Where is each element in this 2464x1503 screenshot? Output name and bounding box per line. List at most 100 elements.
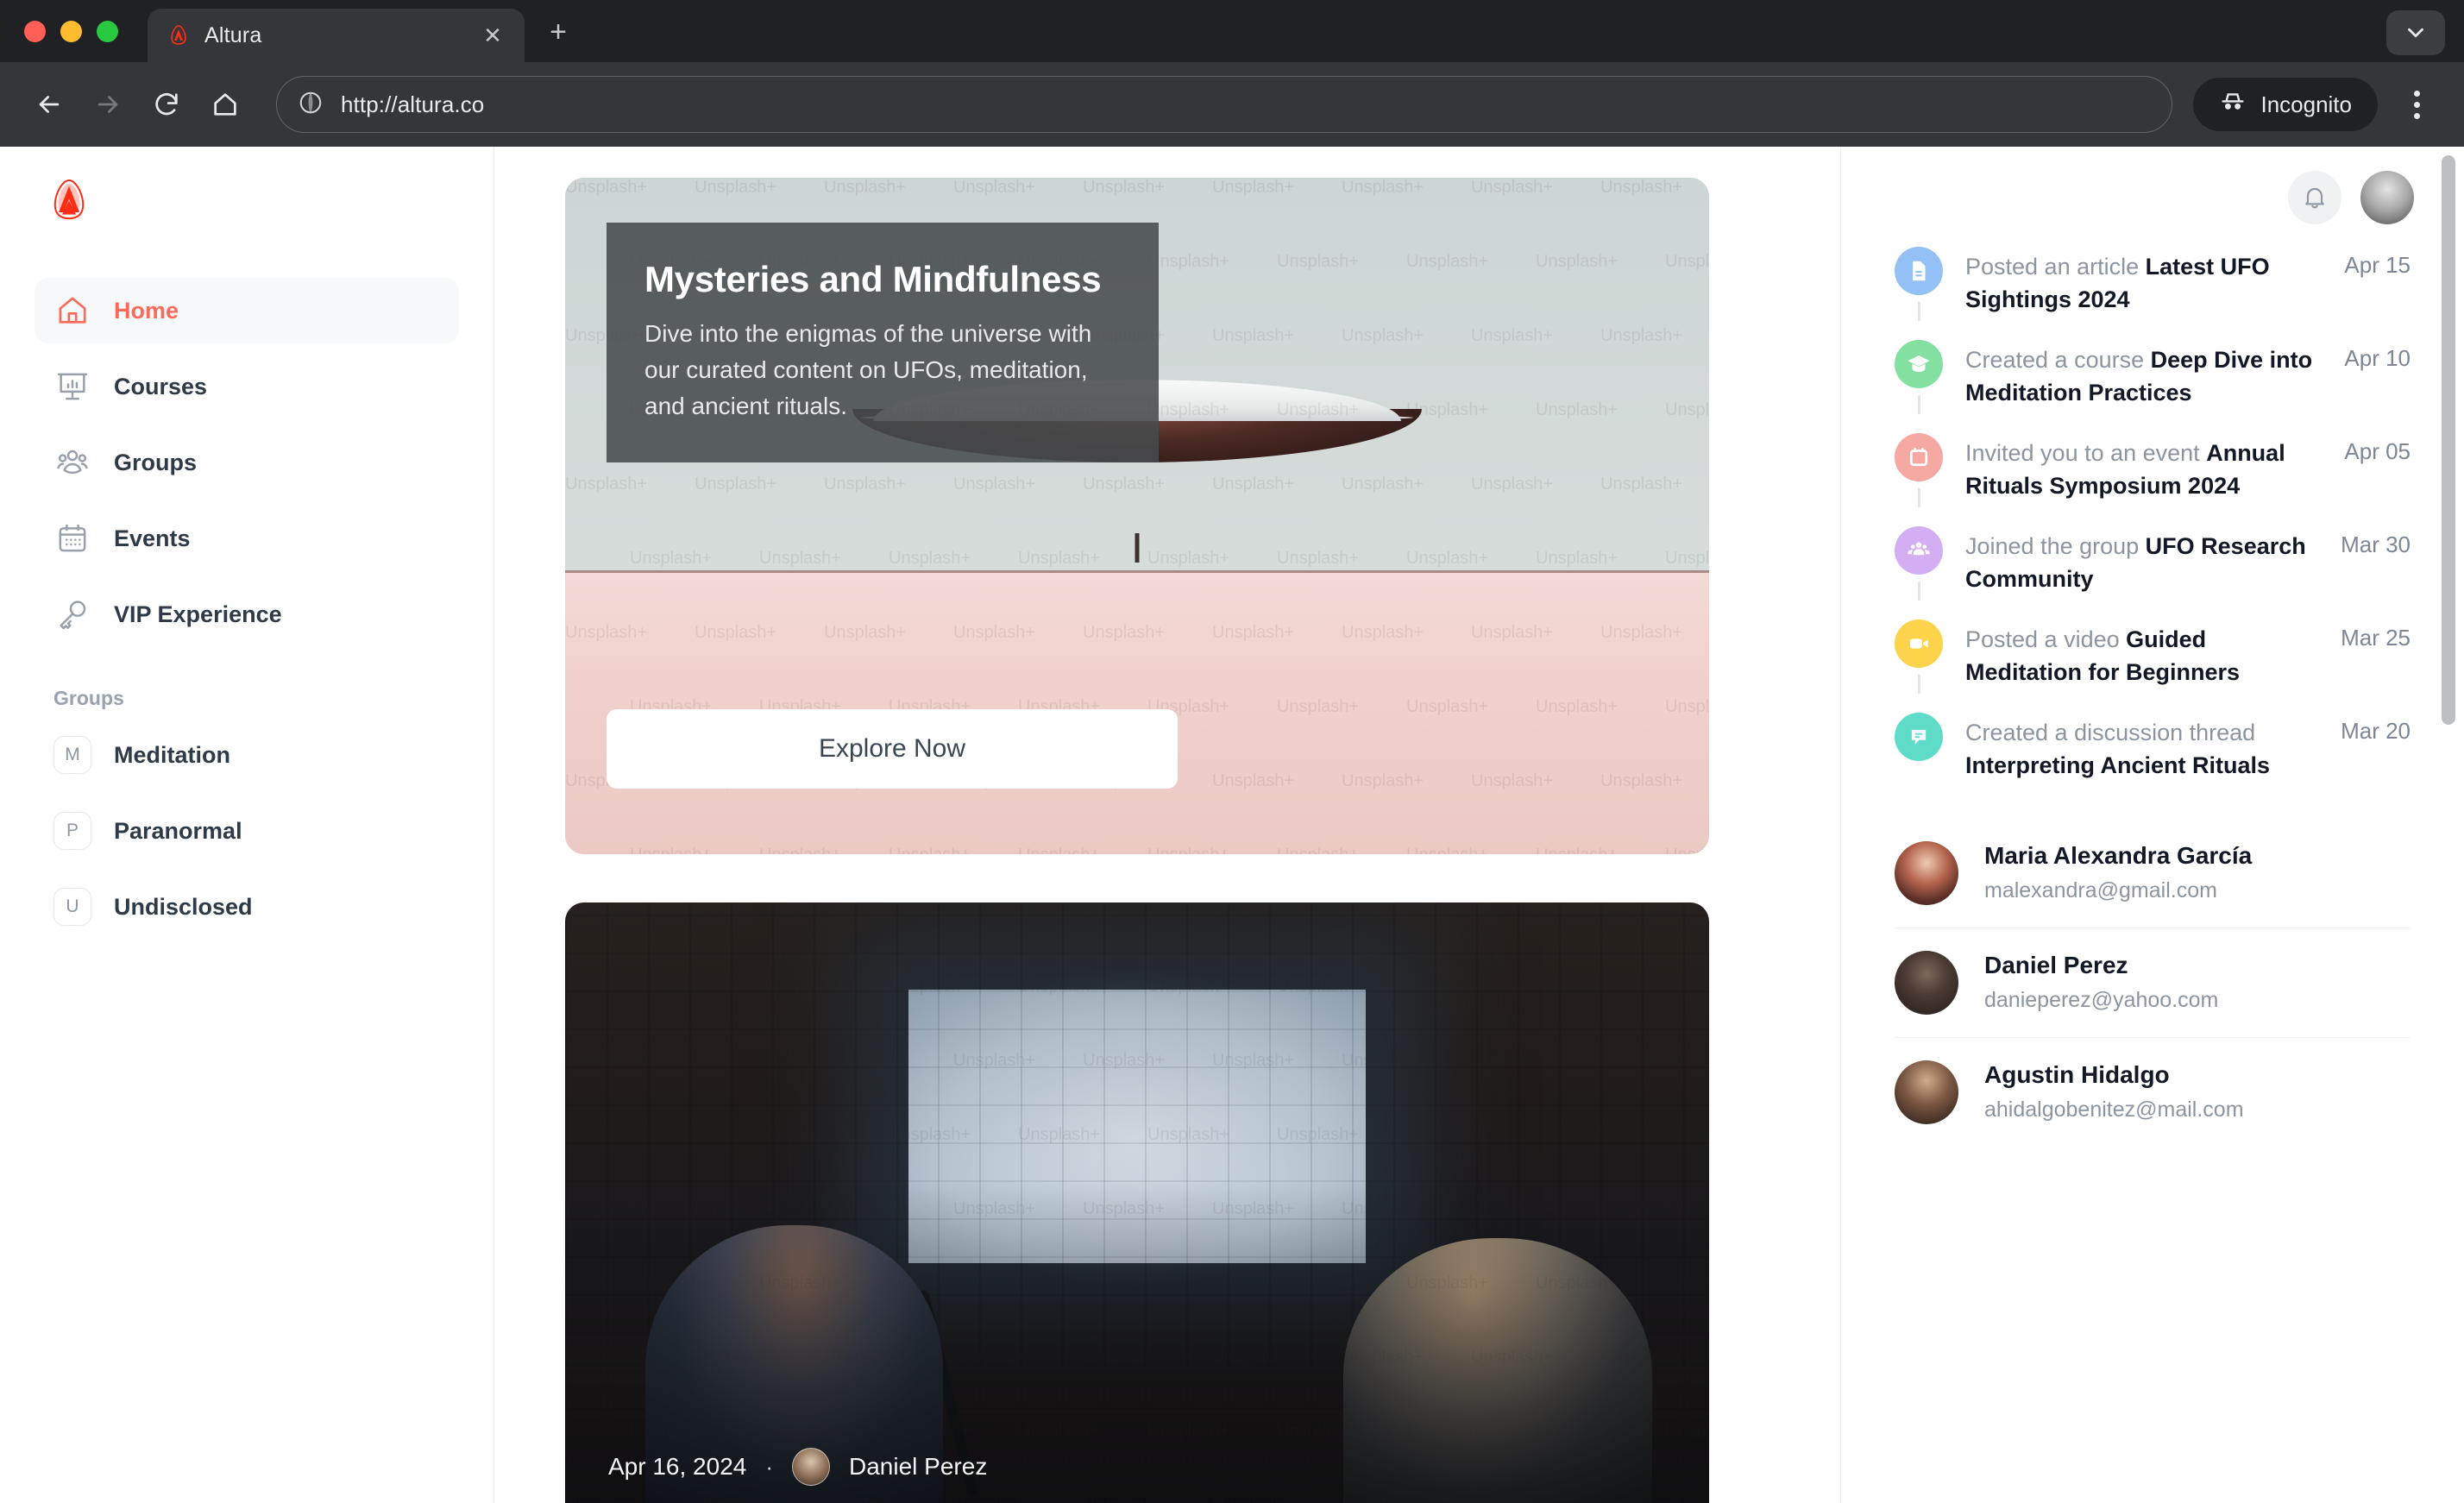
activity-prefix: Created a discussion thread <box>1965 720 2256 745</box>
contact-item[interactable]: Agustin Hidalgo ahidalgobenitez@mail.com <box>1895 1036 2411 1147</box>
calendar-icon <box>1895 433 1943 481</box>
contact-email: ahidalgobenitez@mail.com <box>1984 1097 2244 1123</box>
right-panel-header <box>1841 147 2464 226</box>
close-window-button[interactable] <box>24 20 46 42</box>
document-icon <box>1895 247 1943 295</box>
chevron-down-icon[interactable] <box>2386 10 2445 55</box>
explore-now-button[interactable]: Explore Now <box>607 709 1178 789</box>
activity-title: Interpreting Ancient Rituals <box>1965 752 2271 779</box>
page-scrollbar[interactable] <box>2442 155 2455 1503</box>
activity-text: Invited you to an event Annual Rituals S… <box>1965 437 2329 507</box>
kebab-menu-icon[interactable] <box>2392 78 2442 131</box>
minimize-window-button[interactable] <box>60 20 82 42</box>
browser-tab[interactable]: Altura ✕ <box>148 9 525 62</box>
contact-item[interactable]: Daniel Perez danieperez@yahoo.com <box>1895 927 2411 1037</box>
sidebar-group-meditation[interactable]: M Meditation <box>35 722 459 788</box>
address-bar[interactable]: http://altura.co <box>276 76 2173 133</box>
address-bar-url: http://altura.co <box>341 91 485 117</box>
post-author-name[interactable]: Daniel Perez <box>849 1453 987 1481</box>
bell-icon[interactable] <box>2288 171 2341 224</box>
sidebar-item-label: Courses <box>114 373 208 399</box>
chat-bubble-icon <box>1895 713 1943 761</box>
home-icon[interactable] <box>198 78 252 131</box>
sidebar-item-events[interactable]: Events <box>35 506 459 571</box>
sidebar-item-courses[interactable]: Courses <box>35 354 459 419</box>
sidebar-groups-heading: Groups <box>53 687 124 709</box>
sidebar-item-home[interactable]: Home <box>35 278 459 343</box>
activity-item[interactable]: Created a discussion thread Interpreting… <box>1895 713 2411 783</box>
hero-banner: Unsplash+Unsplash+Unsplash+Unsplash+Unsp… <box>565 178 1709 854</box>
activity-item[interactable]: Invited you to an event Annual Rituals S… <box>1895 433 2411 526</box>
sidebar-item-label: VIP Experience <box>114 601 282 627</box>
contact-name: Daniel Perez <box>1984 952 2128 979</box>
activity-item[interactable]: Posted a video Guided Meditation for Beg… <box>1895 619 2411 713</box>
hero-horizon <box>565 569 1709 573</box>
post-date: Apr 16, 2024 <box>608 1453 747 1480</box>
sidebar-nav: Home Courses Groups Events VIP Experienc… <box>35 278 459 647</box>
activity-date: Mar 20 <box>2341 718 2411 744</box>
user-avatar[interactable] <box>2360 171 2414 224</box>
activity-text: Posted a video Guided Meditation for Beg… <box>1965 623 2325 694</box>
contacts-list: Maria Alexandra García malexandra@gmail.… <box>1841 783 2464 1147</box>
sidebar-group-label: Meditation <box>114 741 230 768</box>
feed-post-card[interactable]: Unsplash+Unsplash+Unsplash+Unsplash+Unsp… <box>565 902 1709 1503</box>
post-image-overlay <box>565 902 1709 1503</box>
contact-email: danieperez@yahoo.com <box>1984 988 2219 1013</box>
sidebar-item-label: Groups <box>114 449 198 475</box>
altura-logo-icon[interactable] <box>45 176 93 224</box>
hero-subtitle: Dive into the enigmas of the universe wi… <box>644 320 1092 419</box>
incognito-label: Incognito <box>2260 91 2352 117</box>
incognito-indicator[interactable]: Incognito <box>2193 78 2378 131</box>
back-arrow-icon[interactable] <box>22 78 76 131</box>
sidebar-item-vip-experience[interactable]: VIP Experience <box>35 582 459 647</box>
reload-icon[interactable] <box>140 78 193 131</box>
tab-title: Altura <box>204 22 262 47</box>
hero-text-card: Mysteries and Mindfulness Dive into the … <box>607 223 1159 462</box>
browser-window: Altura ✕ + http://altura.co Incognito Ho… <box>0 0 2464 1503</box>
new-tab-button[interactable]: + <box>540 14 576 50</box>
sidebar-item-label: Home <box>114 297 179 324</box>
window-controls <box>24 0 118 62</box>
activity-item[interactable]: Posted an article Latest UFO Sightings 2… <box>1895 247 2411 340</box>
forward-arrow-icon[interactable] <box>81 78 135 131</box>
activity-prefix: Posted a video <box>1965 626 2127 652</box>
people-group-icon <box>53 443 91 481</box>
activity-item[interactable]: Joined the group UFO Research Community … <box>1895 526 2411 619</box>
group-initial-avatar: U <box>53 888 91 926</box>
person-silhouette <box>1135 532 1140 563</box>
sidebar-group-paranormal[interactable]: P Paranormal <box>35 798 459 864</box>
tab-strip: Altura ✕ + <box>0 0 2464 62</box>
post-separator: · <box>765 1453 774 1480</box>
presentation-chart-icon <box>53 368 91 406</box>
contact-email: malexandra@gmail.com <box>1984 878 2217 903</box>
right-panel: Posted an article Latest UFO Sightings 2… <box>1840 147 2464 1503</box>
contact-name: Agustin Hidalgo <box>1984 1061 2170 1089</box>
avatar <box>1895 1060 1958 1124</box>
activity-prefix: Created a course <box>1965 347 2151 373</box>
video-camera-icon <box>1895 619 1943 668</box>
activity-text: Posted an article Latest UFO Sightings 2… <box>1965 250 2329 321</box>
group-initial-avatar: M <box>53 736 91 774</box>
contact-item[interactable]: Maria Alexandra García malexandra@gmail.… <box>1895 819 2411 928</box>
sidebar-item-groups[interactable]: Groups <box>35 430 459 495</box>
activity-date: Apr 10 <box>2344 345 2411 371</box>
main-feed: Unsplash+Unsplash+Unsplash+Unsplash+Unsp… <box>494 147 1840 1503</box>
scrollbar-thumb[interactable] <box>2442 155 2455 725</box>
maximize-window-button[interactable] <box>97 20 118 42</box>
activity-prefix: Invited you to an event <box>1965 440 2207 466</box>
tabstrip-right-controls <box>2386 10 2445 55</box>
activity-text: Joined the group UFO Research Community <box>1965 530 2325 601</box>
close-tab-button[interactable]: ✕ <box>480 22 506 48</box>
key-icon <box>53 595 91 633</box>
activity-date: Mar 30 <box>2341 531 2411 557</box>
sidebar-group-undisclosed[interactable]: U Undisclosed <box>35 874 459 940</box>
hero-title: Mysteries and Mindfulness <box>644 259 1102 299</box>
activity-item[interactable]: Created a course Deep Dive into Meditati… <box>1895 340 2411 433</box>
sidebar-group-label: Undisclosed <box>114 893 253 920</box>
browser-toolbar: http://altura.co Incognito <box>0 62 2464 147</box>
globe-icon <box>298 90 324 120</box>
home-icon <box>53 292 91 330</box>
